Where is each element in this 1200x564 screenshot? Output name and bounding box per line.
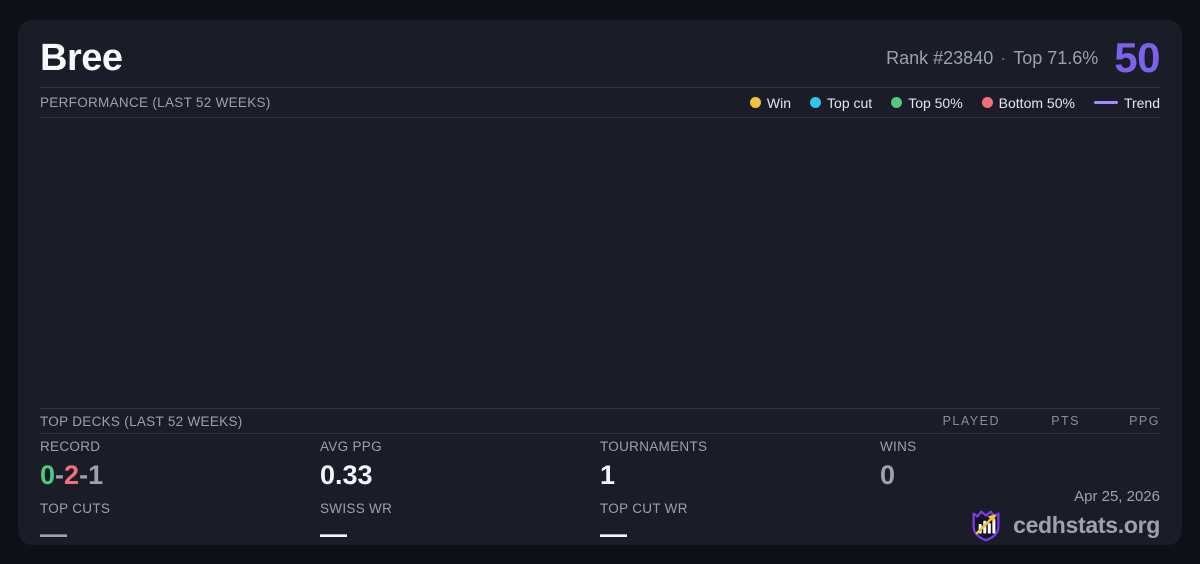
record-wins: 0	[40, 460, 56, 490]
column-header-pts: PTS	[1051, 414, 1080, 428]
stats-column-3: TOURNAMENTS 1 TOP CUT WR —	[600, 439, 880, 549]
score-value: 50	[1114, 34, 1160, 81]
column-header-ppg: PPG	[1129, 414, 1160, 428]
legend-label: Top cut	[827, 94, 873, 111]
stat-label: TOP CUTS	[40, 501, 111, 516]
stat-label: TOURNAMENTS	[600, 439, 708, 454]
legend-label: Win	[766, 94, 792, 111]
legend-item-win: Win	[749, 94, 792, 111]
win-dot-icon	[749, 97, 761, 108]
stat-label: TOP CUT WR	[600, 501, 688, 516]
stat-tournaments: TOURNAMENTS 1	[600, 439, 880, 493]
top-cuts-value: —	[40, 519, 67, 549]
top-cut-wr-value: —	[600, 519, 627, 549]
top-decks-section-header: TOP DECKS (LAST 52 WEEKS) PLAYED PTS PPG	[40, 409, 1160, 433]
stat-avg-ppg: AVG PPG 0.33	[320, 439, 600, 493]
bottom-50-dot-icon	[981, 97, 993, 108]
brand-name: cedhstats.org	[1013, 511, 1160, 538]
top-cut-dot-icon	[810, 97, 822, 108]
stat-top-cuts: TOP CUTS —	[40, 501, 320, 549]
top-50-dot-icon	[891, 97, 903, 108]
stats-column-1: RECORD 0-2-1 TOP CUTS —	[40, 439, 320, 549]
stat-label: WINS	[880, 439, 917, 454]
performance-chart	[40, 118, 1160, 408]
record-losses: 2	[64, 460, 80, 490]
top-decks-title: TOP DECKS (LAST 52 WEEKS)	[40, 413, 243, 429]
divider	[40, 433, 1160, 434]
stats-column-2: AVG PPG 0.33 SWISS WR —	[320, 439, 600, 549]
legend-label: Bottom 50%	[998, 94, 1075, 111]
page-title: Bree	[40, 36, 123, 79]
avg-ppg-value: 0.33	[320, 460, 373, 490]
tournaments-value: 1	[600, 460, 616, 490]
rank-separator: ·	[1000, 47, 1007, 68]
record-draws: 1	[88, 460, 104, 490]
rank-label: Rank #23840	[886, 47, 994, 68]
swiss-wr-value: —	[320, 519, 347, 549]
cedhstats-shield-logo-icon	[972, 510, 1000, 542]
trend-line-icon	[1093, 101, 1118, 104]
record-separator: -	[55, 460, 65, 490]
brand: cedhstats.org	[967, 506, 1160, 544]
rank-text: Rank #23840 · Top 71.6%	[886, 48, 1098, 69]
performance-section-header: PERFORMANCE (LAST 52 WEEKS) Win Top cut …	[40, 88, 1160, 117]
record-value: 0-2-1	[40, 457, 320, 493]
legend-label: Top 50%	[908, 94, 963, 111]
card-date: Apr 25, 2026	[1074, 488, 1160, 505]
stat-swiss-wr: SWISS WR —	[320, 501, 600, 549]
stat-label: AVG PPG	[320, 439, 382, 454]
legend-label: Trend	[1123, 94, 1160, 111]
card-header: Bree Rank #23840 · Top 71.6% 50	[40, 32, 1160, 84]
legend-item-bottom-50: Bottom 50%	[981, 94, 1075, 111]
stat-label: SWISS WR	[320, 501, 393, 516]
player-stats-card: Bree Rank #23840 · Top 71.6% 50 PERFORMANC…	[18, 20, 1182, 549]
stat-record: RECORD 0-2-1	[40, 439, 320, 493]
legend-item-trend: Trend	[1093, 94, 1160, 111]
top-percent-label: Top 71.6%	[1013, 47, 1099, 68]
performance-title: PERFORMANCE (LAST 52 WEEKS)	[40, 95, 271, 110]
top-decks-column-headers: PLAYED PTS PPG	[920, 414, 1160, 428]
stat-label: RECORD	[40, 439, 101, 454]
column-header-played: PLAYED	[942, 414, 1000, 428]
stat-wins: WINS 0	[880, 439, 1160, 493]
legend-item-top-50: Top 50%	[891, 94, 963, 111]
stat-top-cut-wr: TOP CUT WR —	[600, 501, 880, 549]
legend-item-top-cut: Top cut	[810, 95, 872, 111]
header-right: Rank #23840 · Top 71.6% 50	[886, 34, 1160, 82]
chart-legend: Win Top cut Top 50% Bottom 50% Trend	[749, 94, 1160, 111]
record-separator: -	[79, 460, 89, 490]
